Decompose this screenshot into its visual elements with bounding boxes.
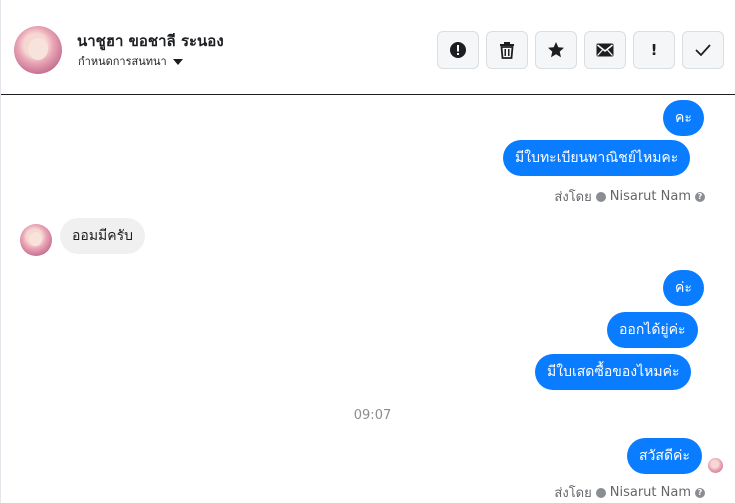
exclamation-icon: ! (650, 41, 658, 59)
conversation-header: นาชูฮา ขอชาลี ระนอง กำหนดการสนทนา ! (1, 0, 735, 95)
outgoing-message[interactable]: มีใบทะเบียนพาณิชย์ไหมคะ (503, 140, 691, 176)
sender-name: Nisarut Nam (609, 189, 691, 204)
incoming-message[interactable]: ออมมีครับ (60, 218, 146, 254)
contact-avatar[interactable] (14, 26, 62, 74)
envelope-icon (596, 43, 614, 57)
outgoing-message[interactable]: ออกได้ยู่ค่ะ (607, 312, 698, 348)
help-icon[interactable]: ? (695, 191, 705, 202)
outgoing-message[interactable]: ค่ะ (663, 270, 704, 306)
contact-avatar-small[interactable] (20, 224, 52, 256)
spam-button[interactable] (437, 31, 479, 69)
sent-by-label: ส่งโดย (554, 190, 592, 205)
outgoing-message[interactable]: มีใบเสดซื้อของไหมค่ะ (535, 354, 692, 390)
sender-name: Nisarut Nam (609, 485, 691, 500)
trash-icon (500, 42, 514, 59)
sent-by-info: ส่งโดย Nisarut Nam ? (554, 186, 705, 207)
conversation-panel: นาชูฮา ขอชาลี ระนอง กำหนดการสนทนา ! คะ ม… (0, 0, 735, 503)
conversation-assign-dropdown[interactable]: กำหนดการสนทนา (78, 52, 183, 70)
check-circle-icon (595, 487, 606, 498)
outgoing-message[interactable]: สวัสดีค่ะ (627, 438, 702, 474)
check-icon (695, 44, 711, 57)
conversation-assign-label: กำหนดการสนทนา (78, 55, 167, 68)
done-button[interactable] (682, 31, 724, 69)
check-circle-icon (595, 191, 606, 202)
sent-by-label: ส่งโดย (554, 486, 592, 501)
caret-down-icon (172, 58, 183, 65)
contact-name[interactable]: นาชูฮา ขอชาลี ระนอง (77, 29, 224, 53)
star-button[interactable] (535, 31, 577, 69)
header-actions: ! (437, 31, 724, 69)
delete-button[interactable] (486, 31, 528, 69)
sent-by-info: ส่งโดย Nisarut Nam ? (554, 482, 705, 503)
exclamation-circle-icon (450, 42, 466, 58)
priority-button[interactable]: ! (633, 31, 675, 69)
help-icon[interactable]: ? (695, 487, 705, 498)
outgoing-message[interactable]: คะ (663, 100, 704, 136)
star-icon (548, 42, 564, 58)
seen-avatar-icon (708, 458, 723, 473)
message-timestamp: 09:07 (353, 408, 392, 423)
mark-unread-button[interactable] (584, 31, 626, 69)
